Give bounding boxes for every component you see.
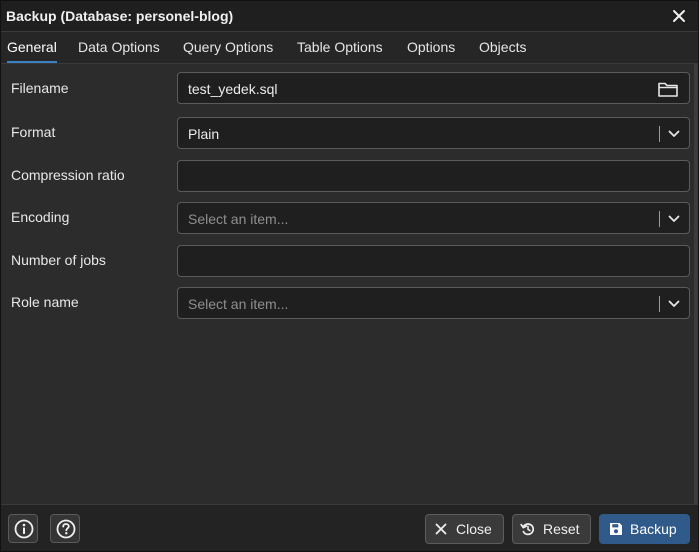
encoding-select[interactable]: Select an item... (177, 202, 690, 234)
format-value: Plain (188, 126, 220, 142)
tab-table-options[interactable]: Table Options (297, 32, 383, 63)
encoding-placeholder: Select an item... (188, 211, 289, 227)
tab-options[interactable]: Options (407, 32, 455, 63)
dialog-title: Backup (Database: personel-blog) (6, 8, 234, 24)
info-icon (14, 519, 34, 539)
help-icon (56, 519, 76, 539)
backup-button-label: Backup (630, 521, 677, 537)
chevron-down-icon[interactable] (667, 127, 681, 141)
number-of-jobs-input[interactable] (177, 245, 690, 277)
select-separator (659, 126, 660, 142)
close-icon[interactable] (670, 7, 688, 25)
filename-label: Filename (11, 80, 69, 96)
role-name-placeholder: Select an item... (188, 296, 289, 312)
close-icon (435, 523, 447, 535)
select-separator (659, 211, 660, 227)
role-name-label: Role name (11, 294, 79, 310)
filename-field[interactable]: test_yedek.sql (177, 72, 690, 104)
reset-icon (520, 523, 535, 536)
role-name-select[interactable]: Select an item... (177, 287, 690, 319)
reset-button[interactable]: Reset (512, 514, 591, 544)
tab-data-options[interactable]: Data Options (78, 32, 160, 63)
close-button-label: Close (456, 521, 492, 537)
general-panel: Filename test_yedek.sql Format Plain Com… (1, 64, 698, 504)
tab-bar: General Data Options Query Options Table… (1, 32, 698, 64)
compression-ratio-input[interactable] (177, 160, 690, 192)
dialog-titlebar: Backup (Database: personel-blog) (1, 1, 698, 32)
backup-dialog: Backup (Database: personel-blog) General… (0, 0, 699, 552)
format-select[interactable]: Plain (177, 117, 690, 149)
chevron-down-icon[interactable] (667, 212, 681, 226)
reset-button-label: Reset (543, 521, 580, 537)
tab-query-options[interactable]: Query Options (183, 32, 273, 63)
tab-general[interactable]: General (7, 32, 57, 63)
tab-objects[interactable]: Objects (479, 32, 526, 63)
select-separator (659, 296, 660, 312)
info-button[interactable] (8, 514, 38, 543)
number-of-jobs-label: Number of jobs (11, 252, 106, 268)
save-icon (610, 523, 622, 535)
format-label: Format (11, 124, 56, 140)
filename-value: test_yedek.sql (188, 81, 278, 97)
close-button[interactable]: Close (425, 514, 504, 544)
compression-ratio-label: Compression ratio (11, 167, 125, 183)
scrollbar-track[interactable] (694, 64, 698, 504)
dialog-footer: Close Reset Backup (1, 504, 698, 551)
chevron-down-icon[interactable] (667, 297, 681, 311)
help-button[interactable] (50, 514, 80, 543)
encoding-label: Encoding (11, 209, 70, 225)
folder-icon[interactable] (657, 80, 679, 98)
backup-button[interactable]: Backup (599, 514, 690, 544)
